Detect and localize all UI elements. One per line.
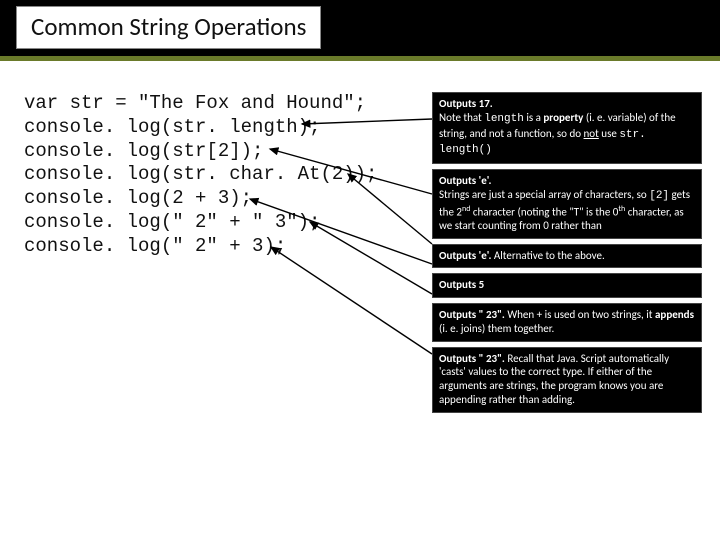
code-line-0: var str = "The Fox and Hound"; xyxy=(24,92,377,116)
code-line-3: console. log(str. char. At(2)); xyxy=(24,163,377,187)
code-line-6: console. log(" 2" + 3); xyxy=(24,235,377,259)
annotation-box-4: Outputs " 23". When + is used on two str… xyxy=(432,303,702,342)
code-line-2: console. log(str[2]); xyxy=(24,140,377,164)
annotation-lead: Outputs " 23". xyxy=(439,352,505,365)
annotation-bold: property xyxy=(543,111,583,124)
page-title: Common String Operations xyxy=(16,6,321,49)
annotation-lead: Outputs 'e'. xyxy=(439,249,491,262)
annotation-box-0: Outputs 17. Note that length is a proper… xyxy=(432,92,702,164)
annotation-lead: Outputs 5 xyxy=(439,278,484,291)
annotation-text: Strings are just a special array of char… xyxy=(439,188,649,201)
annotation-box-2: Outputs 'e'. Alternative to the above. xyxy=(432,244,702,269)
annotation-underline: not xyxy=(584,127,599,140)
code-block: var str = "The Fox and Hound"; console. … xyxy=(24,92,377,258)
annotation-text: (i. e. joins) them together. xyxy=(439,322,554,335)
accent-line xyxy=(0,56,720,61)
annotation-box-5: Outputs " 23". Recall that Java. Script … xyxy=(432,347,702,413)
annotation-mono: [2] xyxy=(649,190,669,202)
annotation-text: Alternative to the above. xyxy=(491,249,604,262)
header-bar: Common String Operations xyxy=(0,0,720,56)
code-line-1: console. log(str. length); xyxy=(24,116,377,140)
annotation-text: use xyxy=(599,127,620,140)
annotation-text: Note that xyxy=(439,111,484,124)
code-line-5: console. log(" 2" + " 3"); xyxy=(24,211,377,235)
annotation-bold: appends xyxy=(655,308,694,321)
code-line-4: console. log(2 + 3); xyxy=(24,187,377,211)
content-area: var str = "The Fox and Hound"; console. … xyxy=(0,64,720,540)
annotation-text: character (noting the "T" is the 0 xyxy=(470,205,618,218)
annotation-mono: length xyxy=(484,113,524,125)
annotation-box-1: Outputs 'e'. Strings are just a special … xyxy=(432,169,702,239)
annotation-text: is a xyxy=(524,111,544,124)
annotation-boxes: Outputs 17. Note that length is a proper… xyxy=(432,92,702,413)
annotation-lead: Outputs 17. xyxy=(439,97,493,110)
annotation-lead: Outputs 'e'. xyxy=(439,174,491,187)
annotation-lead: Outputs " 23". xyxy=(439,308,505,321)
annotation-box-3: Outputs 5 xyxy=(432,273,702,298)
annotation-text: When + is used on two strings, it xyxy=(505,308,655,321)
